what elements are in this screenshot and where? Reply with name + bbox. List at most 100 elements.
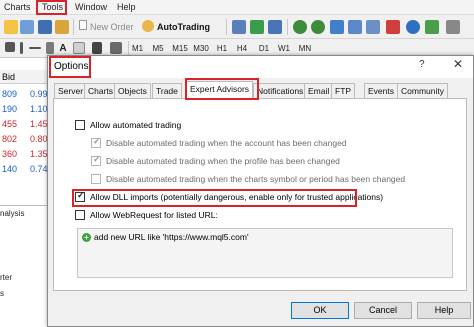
disable-profile-changed-checkbox: ✓ <box>91 154 101 166</box>
text-label-icon[interactable] <box>73 42 85 54</box>
ask-value: 1.10 <box>30 104 48 114</box>
add-url-text: add new URL like 'https://www.mql5.com' <box>94 232 249 242</box>
timeframe-m15[interactable]: M15 <box>170 41 190 56</box>
timeframe-h1[interactable]: H1 <box>214 41 230 56</box>
expert-advisors-highlight-box <box>185 78 259 100</box>
tab-charts[interactable]: Charts <box>84 83 118 98</box>
ask-value: 0.99 <box>30 89 48 99</box>
market-watch-row[interactable]: 802 0.80 <box>0 132 48 147</box>
ask-value: 1.35 <box>30 149 48 159</box>
disable-account-changed-label: Disable automated trading when the accou… <box>106 138 347 148</box>
tab-server[interactable]: Server <box>54 83 88 98</box>
objects-dropdown-icon[interactable] <box>110 42 122 54</box>
navigator-icon[interactable] <box>55 20 69 34</box>
checkmark-icon: ✓ <box>93 136 101 146</box>
timeframe-w1[interactable]: W1 <box>276 41 292 56</box>
more-tools-icon[interactable] <box>446 20 460 34</box>
help-button[interactable]: Help <box>417 302 471 319</box>
horizontal-line-icon[interactable] <box>29 47 41 49</box>
candlestick-icon[interactable] <box>250 20 264 34</box>
autotrading-button[interactable]: AutoTrading <box>157 22 210 32</box>
tab-trade[interactable]: Trade <box>152 83 182 98</box>
text-tool-icon[interactable]: A <box>58 41 68 56</box>
periods-icon[interactable] <box>406 20 420 34</box>
bid-value: 360 <box>2 149 18 159</box>
disable-symbol-changed-label: Disable automated trading when the chart… <box>106 174 406 184</box>
bid-value: 802 <box>2 134 18 144</box>
bar-chart-icon[interactable] <box>232 20 246 34</box>
market-watch-header: Bid <box>0 70 48 84</box>
new-chart-icon[interactable] <box>4 20 18 34</box>
tab-ftp[interactable]: FTP <box>331 83 356 98</box>
ok-button[interactable]: OK <box>291 302 349 319</box>
cancel-button[interactable]: Cancel <box>354 302 412 319</box>
ask-value: 0.74 <box>30 164 48 174</box>
line-chart-icon[interactable] <box>268 20 282 34</box>
navigator-panel: nalysis rter s <box>0 205 48 298</box>
timeframe-m5[interactable]: M5 <box>149 41 167 56</box>
bid-value: 140 <box>2 164 18 174</box>
autoscroll-icon[interactable] <box>366 20 380 34</box>
checkmark-icon: ✓ <box>93 154 101 164</box>
chart-shift-icon[interactable] <box>348 20 362 34</box>
title-highlight-box <box>49 56 91 78</box>
indicators-icon[interactable] <box>386 20 400 34</box>
navigator-label[interactable]: s <box>0 289 4 298</box>
fibonacci-icon[interactable] <box>46 42 54 54</box>
navigator-label[interactable]: rter <box>0 273 12 282</box>
disable-profile-changed-label: Disable automated trading when the profi… <box>106 156 340 166</box>
main-menu-bar: Charts Tools Window Help <box>0 0 474 15</box>
disable-account-changed-checkbox: ✓ <box>91 136 101 148</box>
zoom-out-icon[interactable] <box>311 20 325 34</box>
new-order-icon <box>79 20 87 30</box>
market-watch-icon[interactable] <box>38 20 52 34</box>
timeframe-m1[interactable]: M1 <box>128 41 146 56</box>
close-icon[interactable]: ✕ <box>453 57 463 71</box>
disable-symbol-changed-checkbox <box>91 174 101 184</box>
zoom-in-icon[interactable] <box>293 20 307 34</box>
navigator-label[interactable]: nalysis <box>0 209 24 218</box>
market-watch-panel: Bid 809 0.99 190 1.10 455 1.45 802 0.80 … <box>0 58 48 327</box>
market-watch-row[interactable]: 140 0.74 <box>0 162 48 177</box>
timeframe-h4[interactable]: H4 <box>234 41 250 56</box>
timeframe-d1[interactable]: D1 <box>256 41 272 56</box>
market-watch-row[interactable]: 455 1.45 <box>0 117 48 132</box>
market-watch-row[interactable]: 809 0.99 <box>0 87 48 102</box>
timeframe-m30[interactable]: M30 <box>191 41 211 56</box>
tile-windows-icon[interactable] <box>330 20 344 34</box>
tab-community[interactable]: Community <box>397 83 448 98</box>
autotrading-icon <box>142 20 154 32</box>
allow-webrequest-label: Allow WebRequest for listed URL: <box>90 210 218 220</box>
vertical-line-icon[interactable] <box>20 42 23 54</box>
expert-advisors-panel: Allow automated trading ✓ Disable automa… <box>53 98 467 291</box>
allow-automated-trading-label: Allow automated trading <box>90 120 182 130</box>
tab-email[interactable]: Email <box>304 83 334 98</box>
dialog-title-bar[interactable]: Options ? ✕ <box>48 56 473 78</box>
bid-column-header: Bid <box>2 72 16 82</box>
templates-icon[interactable] <box>425 20 439 34</box>
bid-value: 190 <box>2 104 18 114</box>
allow-webrequest-checkbox[interactable] <box>75 210 85 220</box>
menu-window[interactable]: Window <box>75 2 107 12</box>
help-icon[interactable]: ? <box>419 59 425 70</box>
dll-highlight-box <box>72 189 357 207</box>
add-icon: + <box>82 233 91 242</box>
market-watch-row[interactable]: 190 1.10 <box>0 102 48 117</box>
crosshair-icon[interactable] <box>5 42 15 52</box>
tools-highlight-box <box>36 0 67 15</box>
tab-notifications[interactable]: Notifications <box>253 83 308 98</box>
tab-events[interactable]: Events <box>364 83 398 98</box>
market-watch-row[interactable]: 360 1.35 <box>0 147 48 162</box>
tab-objects[interactable]: Objects <box>114 83 151 98</box>
menu-charts[interactable]: Charts <box>4 2 31 12</box>
ask-value: 0.80 <box>30 134 48 144</box>
arrows-icon[interactable] <box>92 42 102 54</box>
menu-help[interactable]: Help <box>117 2 136 12</box>
url-list[interactable]: + add new URL like 'https://www.mql5.com… <box>77 228 453 278</box>
new-order-button[interactable]: New Order <box>90 22 134 32</box>
bid-value: 809 <box>2 89 18 99</box>
profiles-icon[interactable] <box>20 20 34 34</box>
ask-value: 1.45 <box>30 119 48 129</box>
allow-automated-trading-checkbox[interactable] <box>75 120 85 130</box>
timeframe-mn[interactable]: MN <box>296 41 314 56</box>
